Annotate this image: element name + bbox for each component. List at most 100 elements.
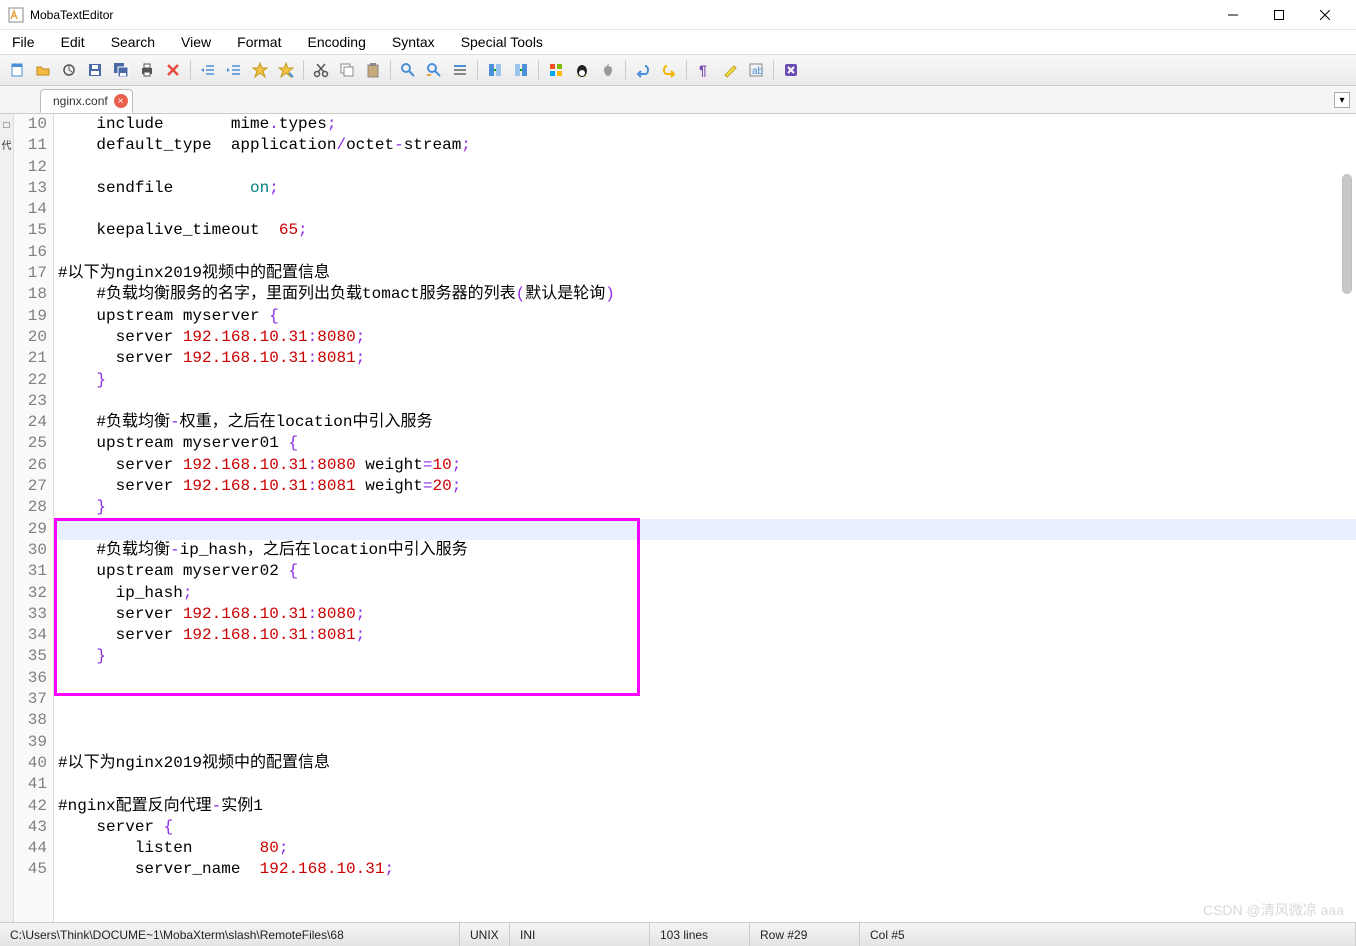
line-number: 25 <box>14 433 47 454</box>
line-number: 14 <box>14 199 47 220</box>
special-chars-icon[interactable]: ab <box>745 59 767 81</box>
code-line[interactable] <box>54 732 1356 753</box>
indent-icon[interactable] <box>223 59 245 81</box>
code-line[interactable]: default_type application/octet-stream; <box>54 135 1356 156</box>
code-line[interactable] <box>54 391 1356 412</box>
vertical-scrollbar[interactable] <box>1342 114 1354 922</box>
menu-encoding[interactable]: Encoding <box>307 34 365 50</box>
line-number: 30 <box>14 540 47 561</box>
compare-left-icon[interactable] <box>484 59 506 81</box>
code-line[interactable]: server { <box>54 817 1356 838</box>
maximize-button[interactable] <box>1256 0 1302 30</box>
line-number: 22 <box>14 370 47 391</box>
menu-file[interactable]: File <box>12 34 35 50</box>
editor[interactable]: 1011121314151617181920212223242526272829… <box>14 114 1356 922</box>
line-number: 39 <box>14 732 47 753</box>
line-number: 31 <box>14 561 47 582</box>
undo-icon[interactable] <box>632 59 654 81</box>
menu-view[interactable]: View <box>181 34 211 50</box>
line-number: 32 <box>14 583 47 604</box>
code-line[interactable]: server 192.168.10.31:8081; <box>54 625 1356 646</box>
open-folder-icon[interactable] <box>32 59 54 81</box>
code-line[interactable] <box>54 519 1356 540</box>
status-row: Row #29 <box>750 923 860 946</box>
bookmark-goto-icon[interactable] <box>275 59 297 81</box>
code-line[interactable]: #负载均衡-权重，之后在location中引入服务 <box>54 412 1356 433</box>
window-title: MobaTextEditor <box>30 8 1210 22</box>
line-number: 28 <box>14 497 47 518</box>
code-line[interactable]: #以下为nginx2019视频中的配置信息 <box>54 753 1356 774</box>
code-line[interactable]: #负载均衡-ip_hash，之后在location中引入服务 <box>54 540 1356 561</box>
line-number: 29 <box>14 519 47 540</box>
line-number-gutter: 1011121314151617181920212223242526272829… <box>14 114 54 922</box>
code-line[interactable]: server_name 192.168.10.31; <box>54 859 1356 880</box>
goto-line-icon[interactable] <box>449 59 471 81</box>
bookmark-add-icon[interactable] <box>249 59 271 81</box>
save-all-icon[interactable] <box>110 59 132 81</box>
code-line[interactable] <box>54 199 1356 220</box>
tab-nginx-conf[interactable]: nginx.conf × <box>40 89 133 113</box>
toolbar-separator <box>686 60 687 80</box>
toolbar-separator <box>538 60 539 80</box>
code-line[interactable]: ip_hash; <box>54 583 1356 604</box>
code-line[interactable]: server 192.168.10.31:8080; <box>54 604 1356 625</box>
code-line[interactable]: #nginx配置反向代理-实例1 <box>54 796 1356 817</box>
regex-icon[interactable] <box>780 59 802 81</box>
code-line[interactable] <box>54 710 1356 731</box>
code-line[interactable]: upstream myserver02 { <box>54 561 1356 582</box>
menu-syntax[interactable]: Syntax <box>392 34 435 50</box>
line-number: 40 <box>14 753 47 774</box>
tab-overflow-button[interactable]: ▾ <box>1334 92 1350 108</box>
code-line[interactable]: sendfile on; <box>54 178 1356 199</box>
menu-format[interactable]: Format <box>237 34 281 50</box>
redo-icon[interactable] <box>658 59 680 81</box>
menu-edit[interactable]: Edit <box>61 34 85 50</box>
compare-right-icon[interactable] <box>510 59 532 81</box>
close-button[interactable] <box>1302 0 1348 30</box>
code-line[interactable] <box>54 242 1356 263</box>
code-line[interactable] <box>54 689 1356 710</box>
code-line[interactable]: } <box>54 646 1356 667</box>
line-number: 11 <box>14 135 47 156</box>
find-icon[interactable] <box>397 59 419 81</box>
new-file-icon[interactable] <box>6 59 28 81</box>
scroll-thumb[interactable] <box>1342 174 1352 294</box>
linux-format-icon[interactable] <box>571 59 593 81</box>
reload-icon[interactable] <box>58 59 80 81</box>
windows-format-icon[interactable] <box>545 59 567 81</box>
code-line[interactable]: server 192.168.10.31:8080; <box>54 327 1356 348</box>
toolbar-separator <box>390 60 391 80</box>
code-area[interactable]: include mime.types; default_type applica… <box>54 114 1356 922</box>
code-line[interactable]: listen 80; <box>54 838 1356 859</box>
line-number: 18 <box>14 284 47 305</box>
code-line[interactable]: #以下为nginx2019视频中的配置信息 <box>54 263 1356 284</box>
pilcrow-icon[interactable]: ¶ <box>693 59 715 81</box>
code-line[interactable]: include mime.types; <box>54 114 1356 135</box>
code-line[interactable]: upstream myserver { <box>54 306 1356 327</box>
menu-search[interactable]: Search <box>111 34 155 50</box>
menu-special-tools[interactable]: Special Tools <box>461 34 543 50</box>
tab-close-icon[interactable]: × <box>114 94 128 108</box>
code-line[interactable]: server 192.168.10.31:8081; <box>54 348 1356 369</box>
mac-format-icon[interactable] <box>597 59 619 81</box>
highlighter-icon[interactable] <box>719 59 741 81</box>
code-line[interactable]: upstream myserver01 { <box>54 433 1356 454</box>
code-line[interactable]: } <box>54 497 1356 518</box>
code-line[interactable]: keepalive_timeout 65; <box>54 220 1356 241</box>
code-line[interactable] <box>54 157 1356 178</box>
code-line[interactable]: server 192.168.10.31:8080 weight=10; <box>54 455 1356 476</box>
minimize-button[interactable] <box>1210 0 1256 30</box>
cut-icon[interactable] <box>310 59 332 81</box>
code-line[interactable]: #负载均衡服务的名字，里面列出负载tomact服务器的列表(默认是轮询) <box>54 284 1356 305</box>
print-icon[interactable] <box>136 59 158 81</box>
outdent-icon[interactable] <box>197 59 219 81</box>
copy-icon[interactable] <box>336 59 358 81</box>
code-line[interactable] <box>54 668 1356 689</box>
code-line[interactable]: } <box>54 370 1356 391</box>
paste-icon[interactable] <box>362 59 384 81</box>
close-icon[interactable] <box>162 59 184 81</box>
save-icon[interactable] <box>84 59 106 81</box>
code-line[interactable] <box>54 774 1356 795</box>
find-replace-icon[interactable] <box>423 59 445 81</box>
code-line[interactable]: server 192.168.10.31:8081 weight=20; <box>54 476 1356 497</box>
